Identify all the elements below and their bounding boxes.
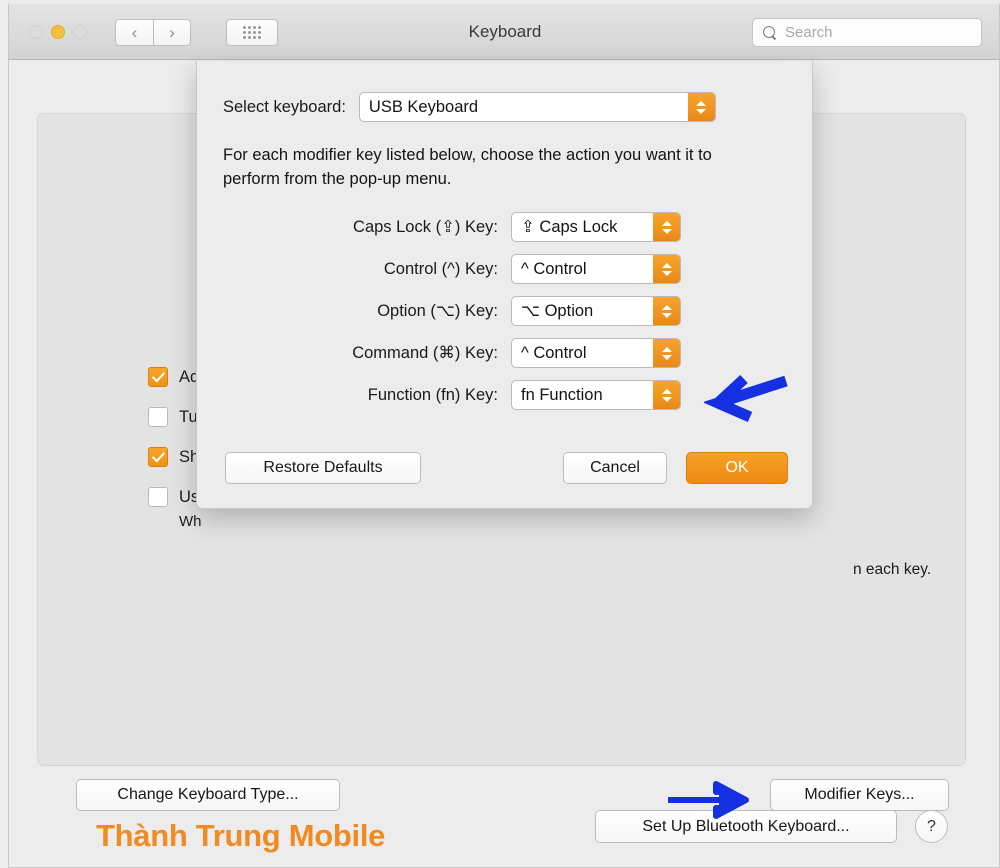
checkbox-icon[interactable] [148,487,168,507]
modifier-row-label: Caps Lock (⇪) Key: [353,218,498,236]
modifier-row-label: Command (⌘) Key: [352,344,498,362]
restore-defaults-button[interactable]: Restore Defaults [225,452,421,484]
modifier-row-label: Function (fn) Key: [367,385,498,404]
modifier-keys-button[interactable]: Modifier Keys... [770,779,949,811]
dialog-footer: Restore Defaults Cancel OK [197,452,812,484]
chevron-updown-icon[interactable] [653,381,680,409]
preferences-content: Adj Tur Sho Use Wh n each key. Change Ke… [9,60,999,867]
modifier-keys-dialog: Select keyboard: USB Keyboard For each m… [196,61,813,509]
search-icon [763,25,777,40]
checkbox-icon[interactable] [148,447,168,467]
select-keyboard-label: Select keyboard: [223,97,346,116]
chevron-updown-icon[interactable] [653,297,680,325]
chevron-updown-icon[interactable] [687,93,715,121]
modifier-row-control: Control (^) Key: ^ Control [197,248,812,290]
blue-arrow-left-icon [704,373,790,431]
function-action-dropdown[interactable]: fn Function [511,380,681,410]
chevron-updown-icon[interactable] [653,339,680,367]
checkbox-helper-text: Wh [179,513,202,530]
option-action-dropdown[interactable]: ⌥ Option [511,296,681,326]
caps-lock-action-dropdown[interactable]: ⇪ Caps Lock [511,212,681,242]
command-action-value: ^ Control [521,343,587,362]
blue-arrow-right-icon [666,778,756,822]
select-keyboard-dropdown[interactable]: USB Keyboard [358,92,716,122]
ok-button[interactable]: OK [686,452,788,484]
change-keyboard-type-button[interactable]: Change Keyboard Type... [76,779,340,811]
modifier-row-label: Control (^) Key: [383,259,498,278]
chevron-updown-icon[interactable] [653,255,680,283]
select-keyboard-value: USB Keyboard [368,97,479,116]
window-titlebar: ‹ › Keyboard [9,4,999,60]
keyboard-preferences-window: ‹ › Keyboard Search Adj Tur Sho Use Wh n… [8,4,1000,868]
command-action-dropdown[interactable]: ^ Control [511,338,681,368]
screenshot-root: ‹ › Keyboard Search Adj Tur Sho Use Wh n… [0,0,1000,868]
modifier-row-label: Option (⌥) Key: [377,302,498,320]
modifier-row-caps-lock: Caps Lock (⇪) Key: ⇪ Caps Lock [197,206,812,248]
control-action-value: ^ Control [521,259,587,278]
caps-lock-action-value: ⇪ Caps Lock [521,218,618,236]
control-action-dropdown[interactable]: ^ Control [511,254,681,284]
cancel-button[interactable]: Cancel [563,452,667,484]
search-field[interactable] [752,18,982,47]
dialog-instruction-text: For each modifier key listed below, choo… [223,146,712,188]
function-action-value: fn Function [521,385,603,404]
watermark-text: Thành Trung Mobile [96,818,386,853]
modifier-row-option: Option (⌥) Key: ⌥ Option [197,290,812,332]
checkbox-icon[interactable] [148,407,168,427]
checkbox-icon[interactable] [148,367,168,387]
select-keyboard-row: Select keyboard: USB Keyboard [223,92,716,122]
chevron-updown-icon[interactable] [653,213,680,241]
help-button[interactable]: ? [915,810,948,843]
option-action-value: ⌥ Option [521,302,594,320]
search-input[interactable] [785,24,965,41]
helper-text-tail: n each key. [853,561,932,578]
modifier-row-command: Command (⌘) Key: ^ Control [197,332,812,374]
